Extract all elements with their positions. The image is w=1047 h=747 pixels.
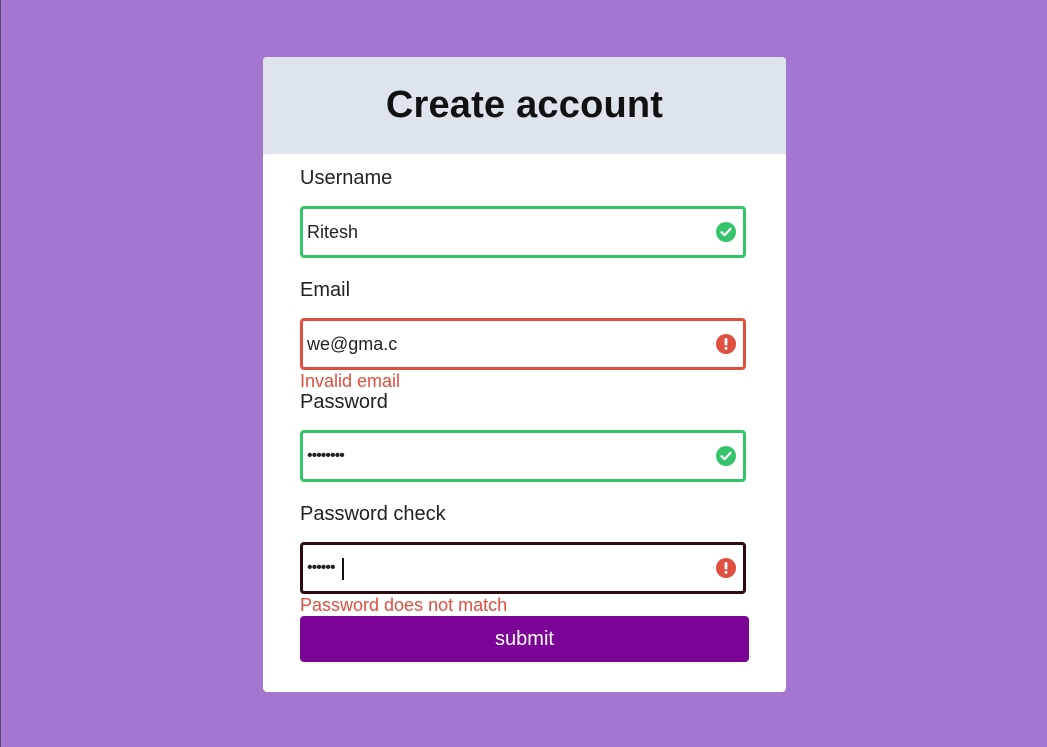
email-input-wrapper: [300, 318, 746, 370]
username-input[interactable]: [303, 209, 743, 255]
password-check-input-wrapper: [300, 542, 746, 594]
text-cursor: [342, 558, 344, 580]
password-field: Password: [300, 390, 746, 482]
email-error-message: Invalid email: [300, 371, 401, 391]
card-header: Create account: [263, 57, 786, 154]
check-circle-icon: [716, 446, 736, 466]
check-circle-icon: [716, 222, 736, 242]
exclamation-circle-icon: [716, 558, 736, 578]
exclamation-circle-icon: [716, 334, 736, 354]
page-title: Create account: [385, 84, 664, 126]
page-left-edge: [0, 0, 1, 747]
email-label: Email: [300, 279, 351, 301]
password-input[interactable]: [303, 433, 743, 479]
username-input-wrapper: [300, 206, 746, 258]
password-check-field: Password check Password does not match: [300, 502, 746, 616]
password-check-label: Password check: [300, 503, 446, 525]
password-label: Password: [300, 391, 388, 413]
email-field: Email Invalid email: [300, 278, 746, 392]
password-check-error-message: Password does not match: [300, 595, 508, 615]
signup-card: Create account Username Email Invalid em…: [263, 57, 786, 692]
password-input-wrapper: [300, 430, 746, 482]
username-label: Username: [300, 167, 393, 189]
password-check-input[interactable]: [303, 545, 743, 591]
submit-button[interactable]: submit: [300, 616, 749, 662]
username-field: Username: [300, 166, 746, 258]
email-input[interactable]: [303, 321, 743, 367]
